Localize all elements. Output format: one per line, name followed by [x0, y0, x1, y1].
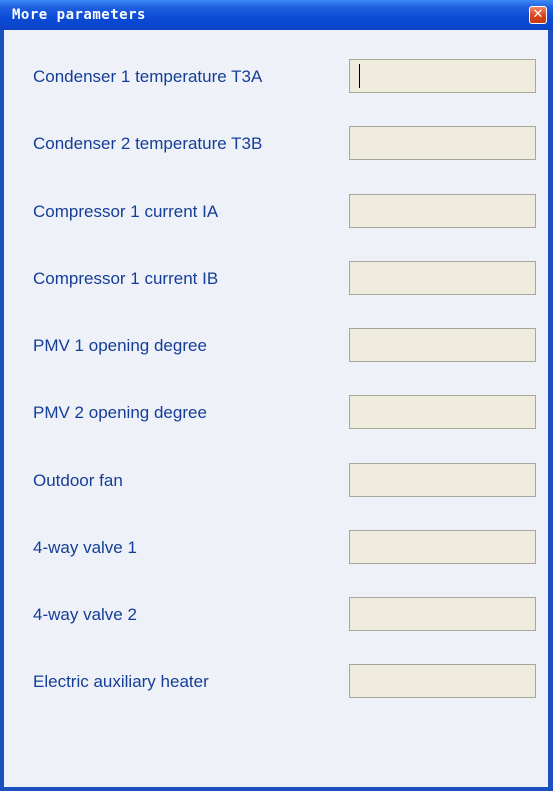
param-label: PMV 2 opening degree — [33, 403, 207, 422]
param-label: Compressor 1 current IA — [33, 202, 219, 221]
param-row-condenser-2-temperature: Condenser 2 temperature T3B — [4, 126, 548, 160]
param-row-compressor-1-current-ib: Compressor 1 current IB — [4, 261, 548, 295]
param-label: Outdoor fan — [33, 471, 123, 490]
pmv-2-opening-degree-field[interactable] — [349, 395, 536, 429]
outdoor-fan-field[interactable] — [349, 463, 536, 497]
param-label: Electric auxiliary heater — [33, 672, 209, 691]
param-row-condenser-1-temperature: Condenser 1 temperature T3A — [4, 59, 548, 93]
param-label: PMV 1 opening degree — [33, 336, 207, 355]
param-label: Condenser 1 temperature T3A — [33, 67, 263, 86]
parameters-panel: Condenser 1 temperature T3A Condenser 2 … — [4, 30, 548, 787]
compressor-1-current-ia-field[interactable] — [349, 194, 536, 228]
param-row-outdoor-fan: Outdoor fan — [4, 463, 548, 497]
param-row-pmv-1-opening-degree: PMV 1 opening degree — [4, 328, 548, 362]
title-bar[interactable]: More parameters ✕ — [0, 0, 553, 30]
param-label: 4-way valve 1 — [33, 538, 137, 557]
condenser-2-temperature-field[interactable] — [349, 126, 536, 160]
electric-auxiliary-heater-field[interactable] — [349, 664, 536, 698]
condenser-1-temperature-field[interactable] — [349, 59, 536, 93]
param-row-electric-auxiliary-heater: Electric auxiliary heater — [4, 664, 548, 698]
more-parameters-window: More parameters ✕ Condenser 1 temperatur… — [0, 0, 553, 791]
param-row-4-way-valve-1: 4-way valve 1 — [4, 530, 548, 564]
pmv-1-opening-degree-field[interactable] — [349, 328, 536, 362]
text-caret — [359, 64, 360, 88]
param-label: Condenser 2 temperature T3B — [33, 134, 263, 153]
compressor-1-current-ib-field[interactable] — [349, 261, 536, 295]
param-label: 4-way valve 2 — [33, 605, 137, 624]
param-row-compressor-1-current-ia: Compressor 1 current IA — [4, 194, 548, 228]
param-row-pmv-2-opening-degree: PMV 2 opening degree — [4, 395, 548, 429]
param-label: Compressor 1 current IB — [33, 269, 219, 288]
param-row-4-way-valve-2: 4-way valve 2 — [4, 597, 548, 631]
4-way-valve-1-field[interactable] — [349, 530, 536, 564]
4-way-valve-2-field[interactable] — [349, 597, 536, 631]
close-icon: ✕ — [532, 7, 544, 22]
window-title: More parameters — [12, 7, 146, 23]
close-button[interactable]: ✕ — [529, 6, 547, 24]
